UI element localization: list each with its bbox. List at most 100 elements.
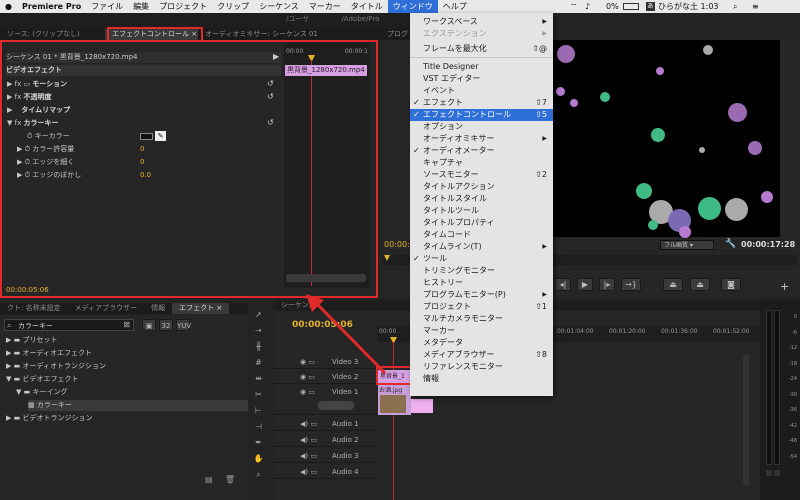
- window-menu-item[interactable]: メタデータ: [410, 337, 553, 349]
- input-method-label[interactable]: ひらがな: [658, 0, 690, 13]
- tab-audio-mixer[interactable]: オーディオミキサー: シーケンス 01: [198, 29, 378, 40]
- track-audio3[interactable]: ◀) ▭ Audio 3: [274, 449, 377, 463]
- window-menu-item[interactable]: タイトルツール: [410, 205, 553, 217]
- input-method-icon[interactable]: あ: [646, 2, 655, 11]
- menu-clip[interactable]: クリップ: [212, 0, 254, 13]
- window-menu-item[interactable]: イベント: [410, 85, 553, 97]
- rate-stretch-tool-icon[interactable]: ⇹: [253, 373, 264, 384]
- notification-icon[interactable]: ≡: [752, 0, 759, 13]
- apple-icon[interactable]: ●: [0, 0, 17, 13]
- zoom-tool-icon[interactable]: ⌕: [253, 469, 264, 480]
- wifi-icon[interactable]: ⌔: [570, 0, 578, 13]
- track-video1[interactable]: ◉ ▭ Video 1: [274, 385, 377, 415]
- 32bit-icon[interactable]: 32: [159, 319, 173, 331]
- window-menu-item[interactable]: ✓ エフェクトコントロール ⇧5: [410, 109, 553, 121]
- clear-icon[interactable]: ⊠: [123, 320, 130, 329]
- step-forward-icon[interactable]: |▸: [599, 278, 615, 291]
- wrench-icon[interactable]: 🔧: [725, 239, 736, 249]
- play-icon[interactable]: ▶: [577, 278, 593, 291]
- effects-item-audio-transitions[interactable]: ▶ ▬ オーディオトランジション: [6, 361, 106, 372]
- timeline-scrollbar[interactable]: [743, 355, 749, 485]
- window-menu-item[interactable]: ヒストリー: [410, 277, 553, 289]
- window-menu-item[interactable]: タイトルスタイル: [410, 193, 553, 205]
- window-menu-item[interactable]: オーディオミキサー ▶: [410, 133, 553, 145]
- tab-source[interactable]: ソース: (クリップなし): [0, 29, 105, 40]
- quality-dropdown[interactable]: フル画質 ▾: [660, 240, 714, 250]
- window-menu-item[interactable]: キャプチャ: [410, 157, 553, 169]
- menu-help[interactable]: ヘルプ: [438, 0, 472, 13]
- rolling-edit-tool-icon[interactable]: #: [253, 357, 264, 368]
- track-audio2[interactable]: ◀) ▭ Audio 2: [274, 433, 377, 447]
- effects-search-input[interactable]: ⌕ カラーキー ⊠: [4, 319, 134, 331]
- program-timecode-left[interactable]: 00:00:: [384, 240, 410, 249]
- window-menu-item[interactable]: ✓ オーディオメーター: [410, 145, 553, 157]
- effects-item-audio-effects[interactable]: ▶ ▬ オーディオエフェクト: [6, 348, 92, 359]
- solo-right-button[interactable]: [774, 470, 780, 476]
- menu-window[interactable]: ウィンドウ: [387, 0, 438, 13]
- window-menu-item[interactable]: オプション: [410, 121, 553, 133]
- track-audio1[interactable]: ◀) ▭ Audio 1: [274, 417, 377, 431]
- accelerated-icon[interactable]: ▣: [142, 319, 156, 331]
- window-menu-item[interactable]: マルチカメラモニター: [410, 313, 553, 325]
- ripple-edit-tool-icon[interactable]: ╫: [253, 341, 264, 352]
- effects-item-presets[interactable]: ▶ ▬ プリセット: [6, 335, 57, 346]
- tab-effects[interactable]: エフェクト ×: [172, 303, 230, 314]
- clip-v1[interactable]: お酒.jpg: [378, 385, 411, 415]
- window-menu-item[interactable]: ✓ ツール: [410, 253, 553, 265]
- keyframe-nav[interactable]: [318, 401, 354, 410]
- yuv-icon[interactable]: YUV: [176, 319, 191, 331]
- window-menu-item[interactable]: ソースモニター ⇧2: [410, 169, 553, 181]
- trash-icon[interactable]: 🗑: [225, 475, 235, 484]
- clip-v1-extension[interactable]: [411, 399, 433, 413]
- window-menu-item[interactable]: タイトルプロパティ: [410, 217, 553, 229]
- effects-item-video-transitions[interactable]: ▶ ▬ ビデオトランジション: [6, 413, 92, 424]
- hand-tool-icon[interactable]: ✋: [253, 453, 264, 464]
- menu-app[interactable]: Premiere Pro: [17, 0, 86, 13]
- window-menu-item[interactable]: Title Designer: [410, 61, 553, 73]
- camera-icon[interactable]: ◙: [721, 278, 741, 291]
- window-menu-item[interactable]: タイトルアクション: [410, 181, 553, 193]
- volume-icon[interactable]: ♪: [585, 0, 590, 13]
- menu-file[interactable]: ファイル: [86, 0, 128, 13]
- effects-item-color-key[interactable]: ▦ カラーキー: [28, 400, 248, 411]
- spotlight-icon[interactable]: ⌕: [733, 0, 737, 13]
- razor-tool-icon[interactable]: ✂: [253, 389, 264, 400]
- tab-info[interactable]: 情報: [144, 303, 172, 314]
- program-timecode-right[interactable]: 00:00:17:28: [741, 240, 795, 249]
- slide-tool-icon[interactable]: ⊣: [253, 421, 264, 432]
- add-button-icon[interactable]: +: [780, 280, 789, 293]
- window-menu-item[interactable]: ✓ エフェクト ⇧7: [410, 97, 553, 109]
- tab-media-browser[interactable]: メディアブラウザー: [68, 303, 145, 314]
- go-to-out-icon[interactable]: →}: [621, 278, 641, 291]
- window-menu-item[interactable]: タイムライン(T) ▶: [410, 241, 553, 253]
- window-menu-item[interactable]: トリミングモニター: [410, 265, 553, 277]
- track-audio4[interactable]: ◀) ▭ Audio 4: [274, 465, 377, 479]
- window-menu-item[interactable]: リファレンスモニター: [410, 361, 553, 373]
- window-menu-item[interactable]: メディアブラウザー ⇧8: [410, 349, 553, 361]
- track-select-tool-icon[interactable]: ⇢: [253, 325, 264, 336]
- lift-icon[interactable]: ⏏: [663, 278, 683, 291]
- menu-project[interactable]: プロジェクト: [154, 0, 212, 13]
- pen-tool-icon[interactable]: ✒: [253, 437, 264, 448]
- tab-project[interactable]: クト: 名称未設定: [0, 303, 68, 314]
- window-menu-item[interactable]: ワークスペース ▶: [410, 16, 553, 28]
- tab-program[interactable]: プログ: [380, 29, 410, 40]
- extract-icon[interactable]: ⏏: [690, 278, 710, 291]
- effects-item-video-effects[interactable]: ▼ ▬ ビデオエフェクト: [6, 374, 78, 385]
- slip-tool-icon[interactable]: ⊢: [253, 405, 264, 416]
- window-menu-item[interactable]: マーカー: [410, 325, 553, 337]
- window-menu-item[interactable]: VST エディター: [410, 73, 553, 85]
- battery-icon[interactable]: [623, 3, 639, 10]
- effects-item-keying[interactable]: ▼ ▬ キーイング: [16, 387, 67, 398]
- menu-sequence[interactable]: シーケンス: [254, 0, 304, 13]
- solo-left-button[interactable]: [766, 470, 772, 476]
- window-menu-item[interactable]: プロジェクト ⇧1: [410, 301, 553, 313]
- new-bin-icon[interactable]: ▤: [205, 475, 213, 484]
- window-menu-item[interactable]: タイムコード: [410, 229, 553, 241]
- step-back-icon[interactable]: ◂|: [555, 278, 571, 291]
- window-menu-item[interactable]: フレームを最大化 ⇧@: [410, 43, 553, 55]
- menu-edit[interactable]: 編集: [128, 0, 154, 13]
- window-menu-item[interactable]: プログラムモニター(P) ▶: [410, 289, 553, 301]
- window-menu-item[interactable]: エクステンション ▶: [410, 28, 553, 40]
- window-menu-item[interactable]: 情報: [410, 373, 553, 385]
